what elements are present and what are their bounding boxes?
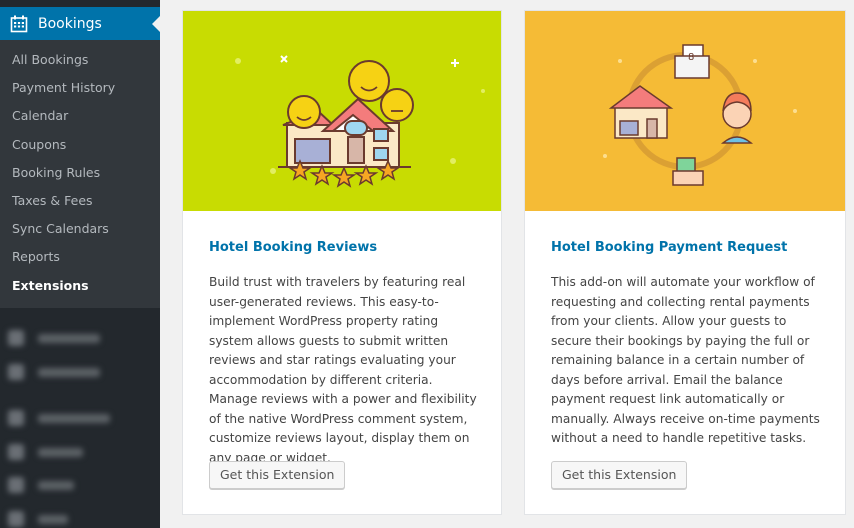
blurred-menu-item: [8, 444, 83, 460]
submenu-booking-rules[interactable]: Booking Rules: [0, 159, 160, 187]
current-menu-arrow: [152, 16, 160, 32]
blurred-menu-icon: [8, 477, 24, 493]
submenu-payment-history[interactable]: Payment History: [0, 74, 160, 102]
bookings-submenu: All Bookings Payment History Calendar Co…: [0, 40, 160, 308]
blurred-menu-icon: [8, 511, 24, 527]
card-title[interactable]: Hotel Booking Reviews: [209, 240, 377, 255]
blurred-menu-item: [8, 330, 100, 346]
blurred-menu-items: [0, 308, 160, 528]
card-title[interactable]: Hotel Booking Payment Request: [551, 240, 787, 255]
submenu-extensions[interactable]: Extensions: [0, 272, 160, 300]
blurred-menu-item: [8, 511, 68, 527]
svg-text:8: 8: [688, 52, 694, 63]
extension-card-reviews: Hotel Booking Reviews Build trust with t…: [182, 10, 502, 515]
submenu-calendar[interactable]: Calendar: [0, 102, 160, 130]
submenu-all-bookings[interactable]: All Bookings: [0, 46, 160, 74]
reviews-banner-image: [183, 11, 501, 211]
house-reviews-illustration: [235, 55, 485, 188]
card-description: Build trust with travelers by featuring …: [209, 275, 477, 465]
submenu-taxes-fees[interactable]: Taxes & Fees: [0, 187, 160, 215]
blurred-menu-item: [8, 364, 100, 380]
extension-card-payment-request: 8 Hotel Booking Payment Request This add…: [524, 10, 846, 515]
sidebar-top-strip: [0, 0, 160, 7]
blurred-menu-icon: [8, 444, 24, 460]
blurred-menu-item: [8, 477, 74, 493]
blurred-menu-item: [8, 410, 110, 426]
get-extension-button[interactable]: Get this Extension: [209, 461, 346, 489]
submenu-coupons[interactable]: Coupons: [0, 131, 160, 159]
submenu-sync-calendars[interactable]: Sync Calendars: [0, 215, 160, 243]
menu-bookings-label: Bookings: [38, 15, 102, 32]
calendar-icon: [9, 14, 29, 34]
blurred-menu-icon: [8, 330, 24, 346]
menu-bookings[interactable]: Bookings: [0, 7, 160, 40]
payment-cycle-illustration: 8: [603, 44, 797, 186]
admin-sidebar: Bookings All Bookings Payment History Ca…: [0, 0, 160, 528]
blurred-menu-icon: [8, 364, 24, 380]
card-description: This add-on will automate your workflow …: [551, 275, 820, 445]
payment-request-banner-image: 8: [525, 11, 845, 211]
get-extension-button[interactable]: Get this Extension: [551, 461, 688, 489]
blurred-menu-icon: [8, 410, 24, 426]
submenu-reports[interactable]: Reports: [0, 243, 160, 271]
